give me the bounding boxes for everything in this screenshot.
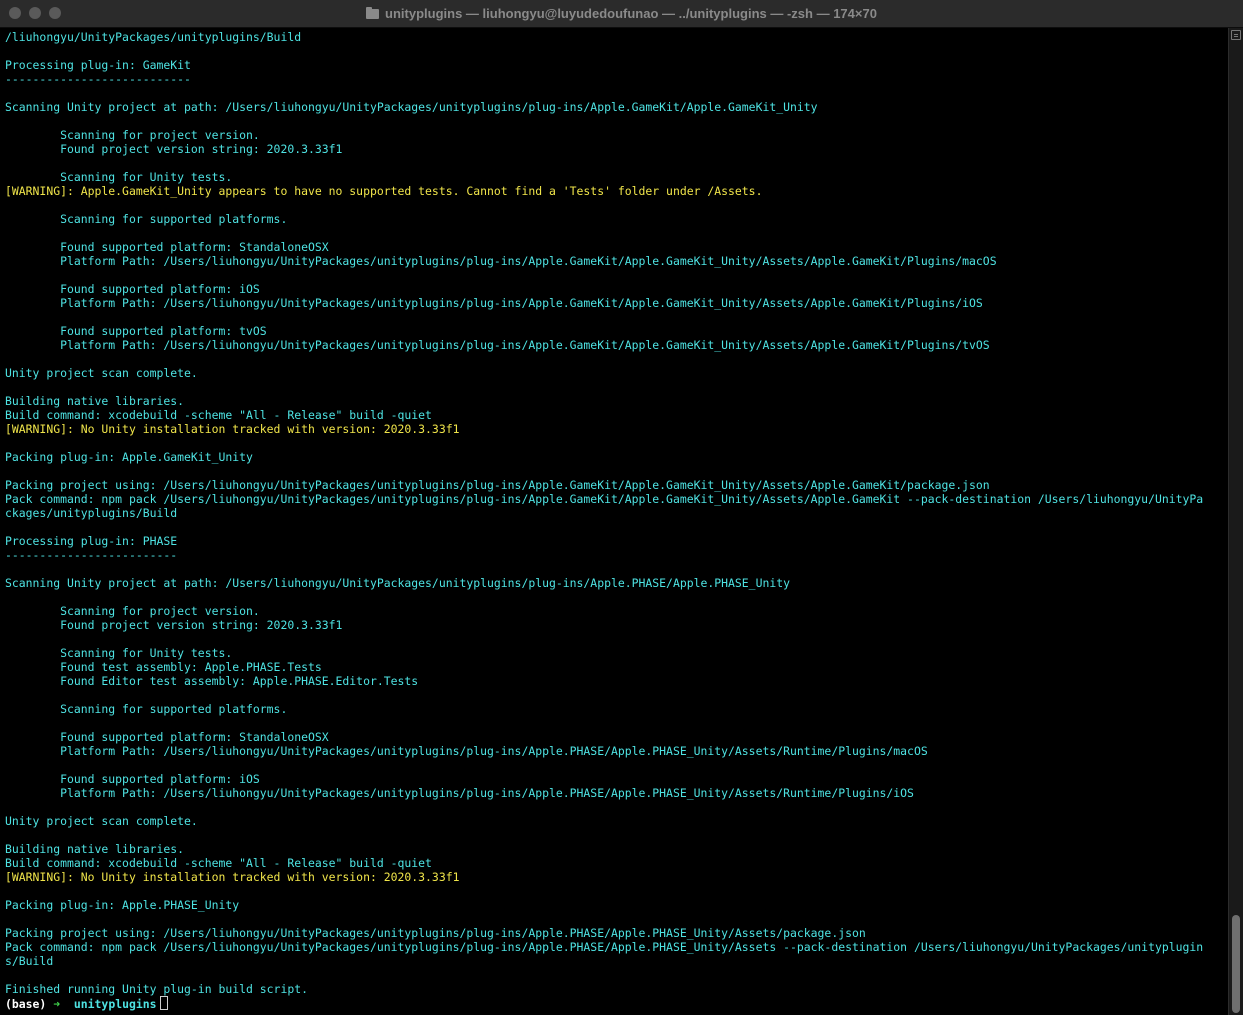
output-line: Found project version string: 2020.3.33f… xyxy=(5,142,343,156)
output-line: Platform Path: /Users/liuhongyu/UnityPac… xyxy=(5,786,914,800)
output-line: Unity project scan complete. xyxy=(5,366,198,380)
vertical-scrollbar[interactable] xyxy=(1228,28,1243,1015)
scrollbar-menu-icon[interactable] xyxy=(1231,30,1241,40)
output-line: --------------------------- xyxy=(5,72,191,86)
output-line: Building native libraries. xyxy=(5,842,185,856)
output-line: Platform Path: /Users/liuhongyu/UnityPac… xyxy=(5,296,983,310)
title-bar[interactable]: unityplugins — liuhongyu@luyudedoufunao … xyxy=(0,0,1243,28)
output-line: Platform Path: /Users/liuhongyu/UnityPac… xyxy=(5,744,928,758)
output-line: Scanning for supported platforms. xyxy=(5,702,288,716)
output-line: Found supported platform: iOS xyxy=(5,282,260,296)
prompt-directory: unityplugins xyxy=(73,997,157,1011)
output-line: Packing project using: /Users/liuhongyu/… xyxy=(5,926,866,940)
window-title: unityplugins — liuhongyu@luyudedoufunao … xyxy=(0,6,1243,22)
output-lines: /liuhongyu/UnityPackages/unityplugins/Bu… xyxy=(5,30,1227,996)
output-line: Found Editor test assembly: Apple.PHASE.… xyxy=(5,674,419,688)
prompt-env: (base) xyxy=(5,997,47,1011)
terminal-window: unityplugins — liuhongyu@luyudedoufunao … xyxy=(0,0,1243,1015)
output-line: Finished running Unity plug-in build scr… xyxy=(5,982,308,996)
output-line: Building native libraries. xyxy=(5,394,185,408)
output-line: Found supported platform: StandaloneOSX xyxy=(5,240,329,254)
output-line: Scanning Unity project at path: /Users/l… xyxy=(5,576,790,590)
output-line: Packing project using: /Users/liuhongyu/… xyxy=(5,478,990,492)
warning-line: [WARNING]: No Unity installation tracked… xyxy=(5,422,460,436)
output-line: Processing plug-in: GameKit xyxy=(5,58,191,72)
output-line: Found test assembly: Apple.PHASE.Tests xyxy=(5,660,322,674)
window-title-text: unityplugins — liuhongyu@luyudedoufunao … xyxy=(385,6,877,21)
output-line: ckages/unityplugins/Build xyxy=(5,506,178,520)
warning-line: [WARNING]: Apple.GameKit_Unity appears t… xyxy=(5,184,763,198)
output-line: Pack command: npm pack /Users/liuhongyu/… xyxy=(5,940,1204,954)
output-line: Found supported platform: iOS xyxy=(5,772,260,786)
text-cursor[interactable] xyxy=(159,996,168,1010)
output-line: ------------------------- xyxy=(5,548,178,562)
warning-line: [WARNING]: No Unity installation tracked… xyxy=(5,870,460,884)
output-line: Pack command: npm pack /Users/liuhongyu/… xyxy=(5,492,1204,506)
output-line: Found project version string: 2020.3.33f… xyxy=(5,618,343,632)
output-line: Packing plug-in: Apple.PHASE_Unity xyxy=(5,898,240,912)
output-line: Scanning for project version. xyxy=(5,128,260,142)
prompt-arrow-icon: ➜ xyxy=(53,997,61,1011)
output-line: Processing plug-in: PHASE xyxy=(5,534,178,548)
output-line: Platform Path: /Users/liuhongyu/UnityPac… xyxy=(5,254,997,268)
scrollbar-thumb[interactable] xyxy=(1232,915,1240,1013)
output-line: Scanning Unity project at path: /Users/l… xyxy=(5,100,818,114)
output-line: Scanning for Unity tests. xyxy=(5,170,233,184)
output-line: Platform Path: /Users/liuhongyu/UnityPac… xyxy=(5,338,990,352)
output-line: Scanning for supported platforms. xyxy=(5,212,288,226)
terminal-output[interactable]: /liuhongyu/UnityPackages/unityplugins/Bu… xyxy=(5,30,1227,1015)
output-line: Scanning for Unity tests. xyxy=(5,646,233,660)
output-line: /liuhongyu/UnityPackages/unityplugins/Bu… xyxy=(5,30,302,44)
output-line: Packing plug-in: Apple.GameKit_Unity xyxy=(5,450,253,464)
output-line: Found supported platform: StandaloneOSX xyxy=(5,730,329,744)
output-line: Build command: xcodebuild -scheme "All -… xyxy=(5,856,432,870)
output-line: Unity project scan complete. xyxy=(5,814,198,828)
output-line: Build command: xcodebuild -scheme "All -… xyxy=(5,408,432,422)
prompt-line[interactable]: (base) ➜ unityplugins xyxy=(5,996,1227,1011)
folder-icon xyxy=(366,7,380,19)
output-line: s/Build xyxy=(5,954,54,968)
output-line: Scanning for project version. xyxy=(5,604,260,618)
output-line: Found supported platform: tvOS xyxy=(5,324,267,338)
